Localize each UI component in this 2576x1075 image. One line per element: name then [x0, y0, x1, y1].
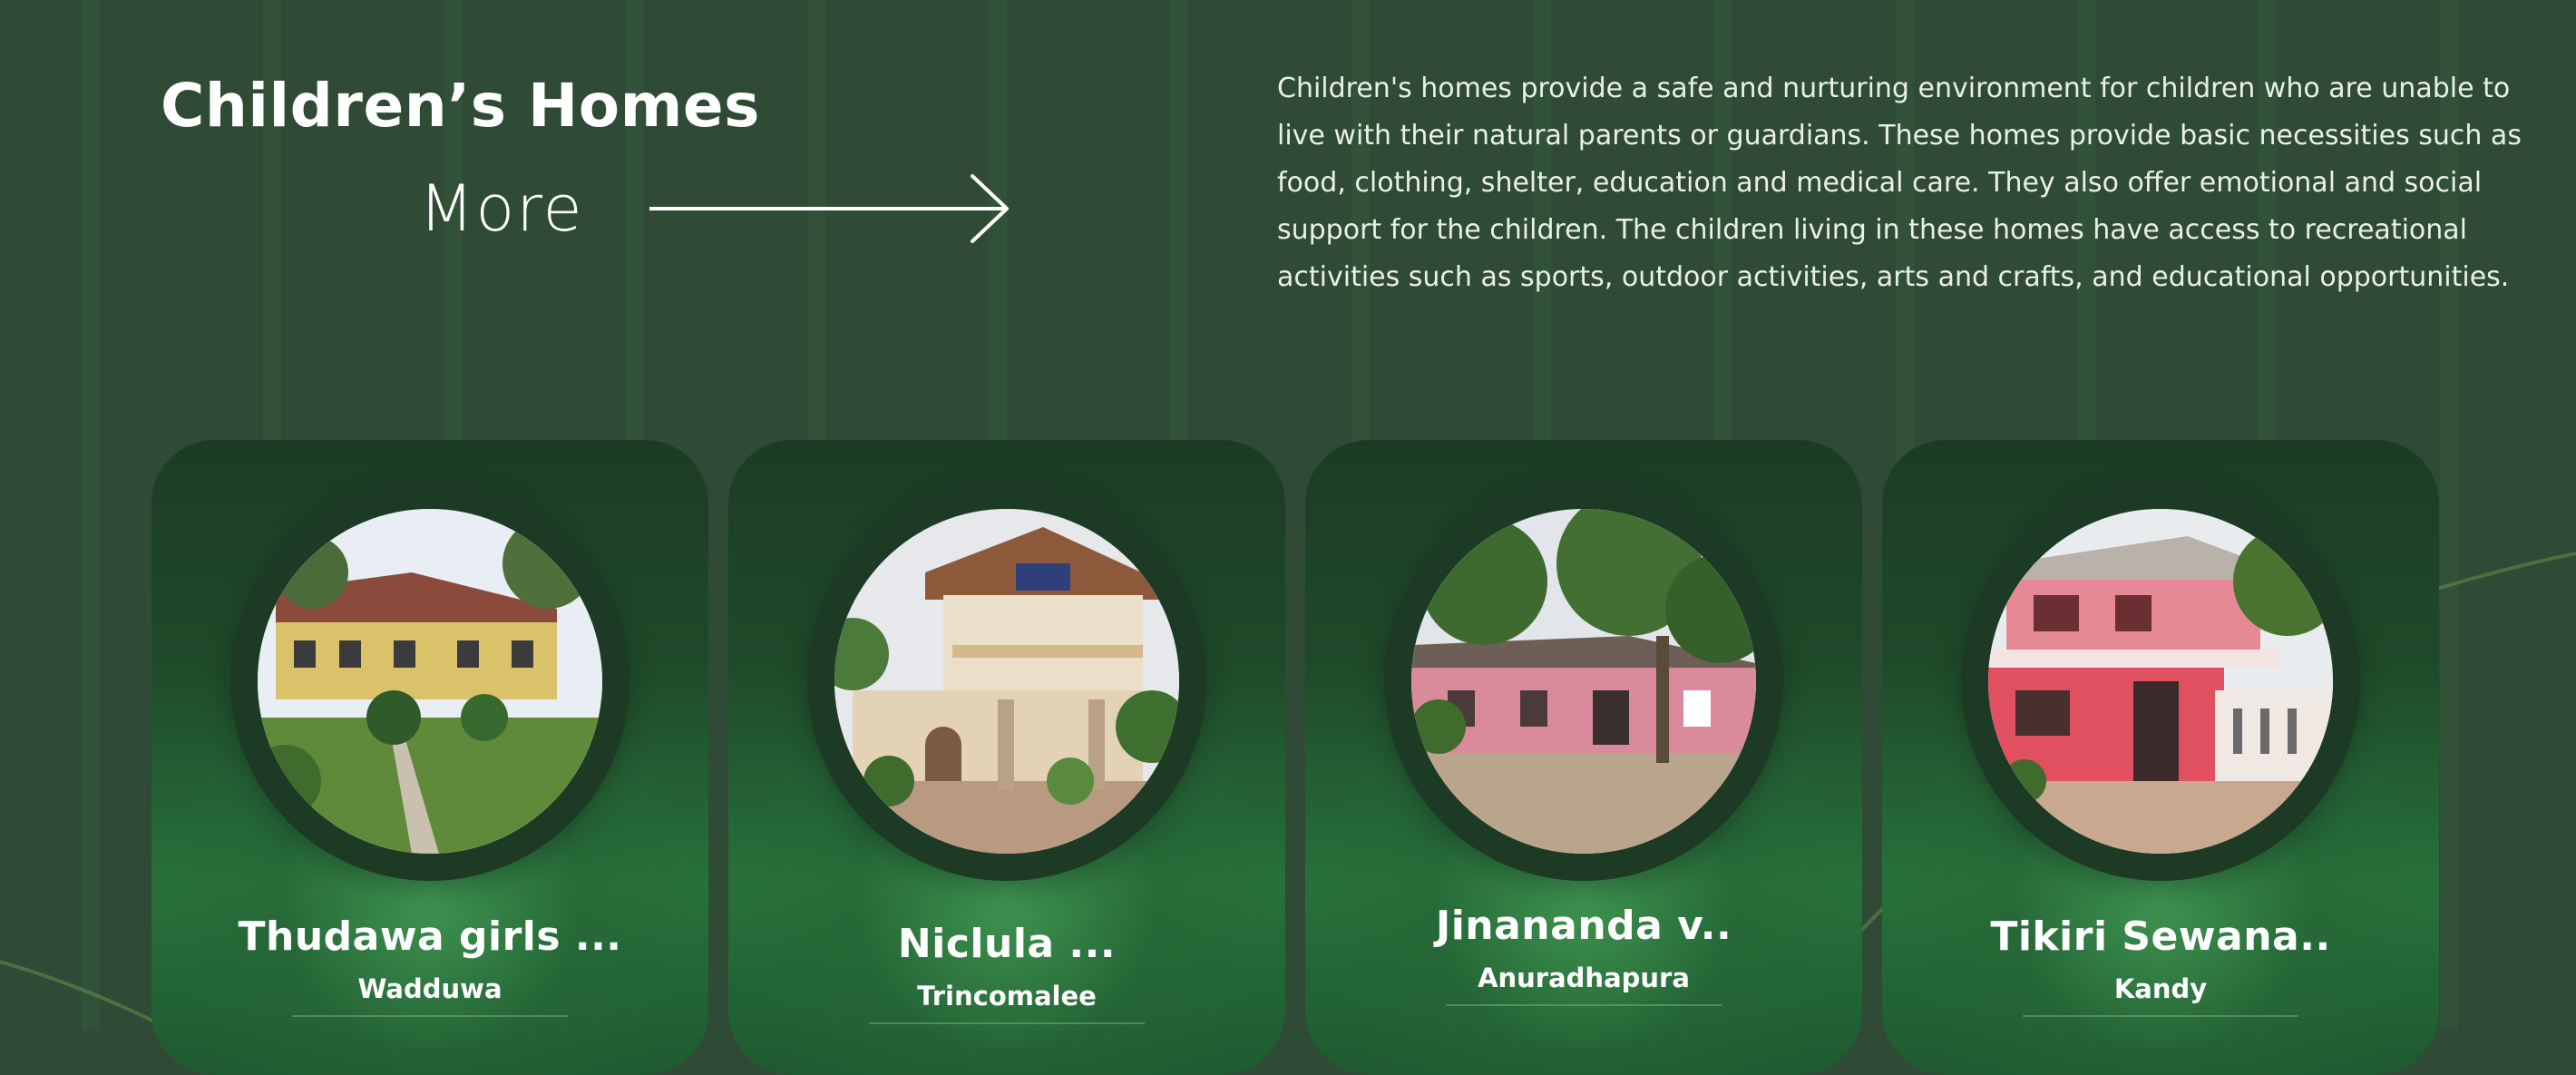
photo-frame — [1384, 482, 1783, 881]
section-description: Children's homes provide a safe and nurt… — [1277, 73, 2522, 293]
home-name: Tikiri Sewana.. — [1990, 914, 2331, 960]
arrow-right-icon — [649, 174, 1009, 243]
card-divider — [869, 1022, 1145, 1024]
section-title: Children’s Homes — [161, 71, 760, 141]
home-card[interactable]: Thudawa girls ... Wadduwa — [151, 440, 708, 1075]
home-name: Thudawa girls ... — [238, 914, 622, 960]
card-divider — [2023, 1015, 2298, 1017]
home-location: Anuradhapura — [1478, 963, 1690, 993]
home-name: Niclula ... — [897, 921, 1117, 967]
card-divider — [1446, 1004, 1722, 1006]
photo-frame — [230, 482, 629, 881]
home-photo — [258, 509, 602, 854]
home-photo — [1411, 509, 1756, 854]
home-card[interactable]: Jinananda v.. Anuradhapura — [1305, 440, 1862, 1075]
home-location: Wadduwa — [357, 973, 503, 1004]
home-name: Jinananda v.. — [1435, 903, 1732, 949]
home-photo — [1988, 509, 2333, 854]
home-location: Trincomalee — [917, 981, 1097, 1011]
home-location: Kandy — [2113, 973, 2208, 1004]
home-photo — [834, 509, 1179, 854]
photo-frame — [1961, 482, 2360, 881]
more-label: More — [419, 171, 584, 246]
more-link[interactable]: More — [419, 172, 1012, 245]
homes-card-list: Thudawa girls ... Wadduwa Niclula ... Tr… — [0, 440, 2576, 1075]
home-card[interactable]: Tikiri Sewana.. Kandy — [1882, 440, 2439, 1075]
home-card[interactable]: Niclula ... Trincomalee — [728, 440, 1285, 1075]
photo-frame — [807, 482, 1206, 881]
card-divider — [292, 1015, 568, 1017]
